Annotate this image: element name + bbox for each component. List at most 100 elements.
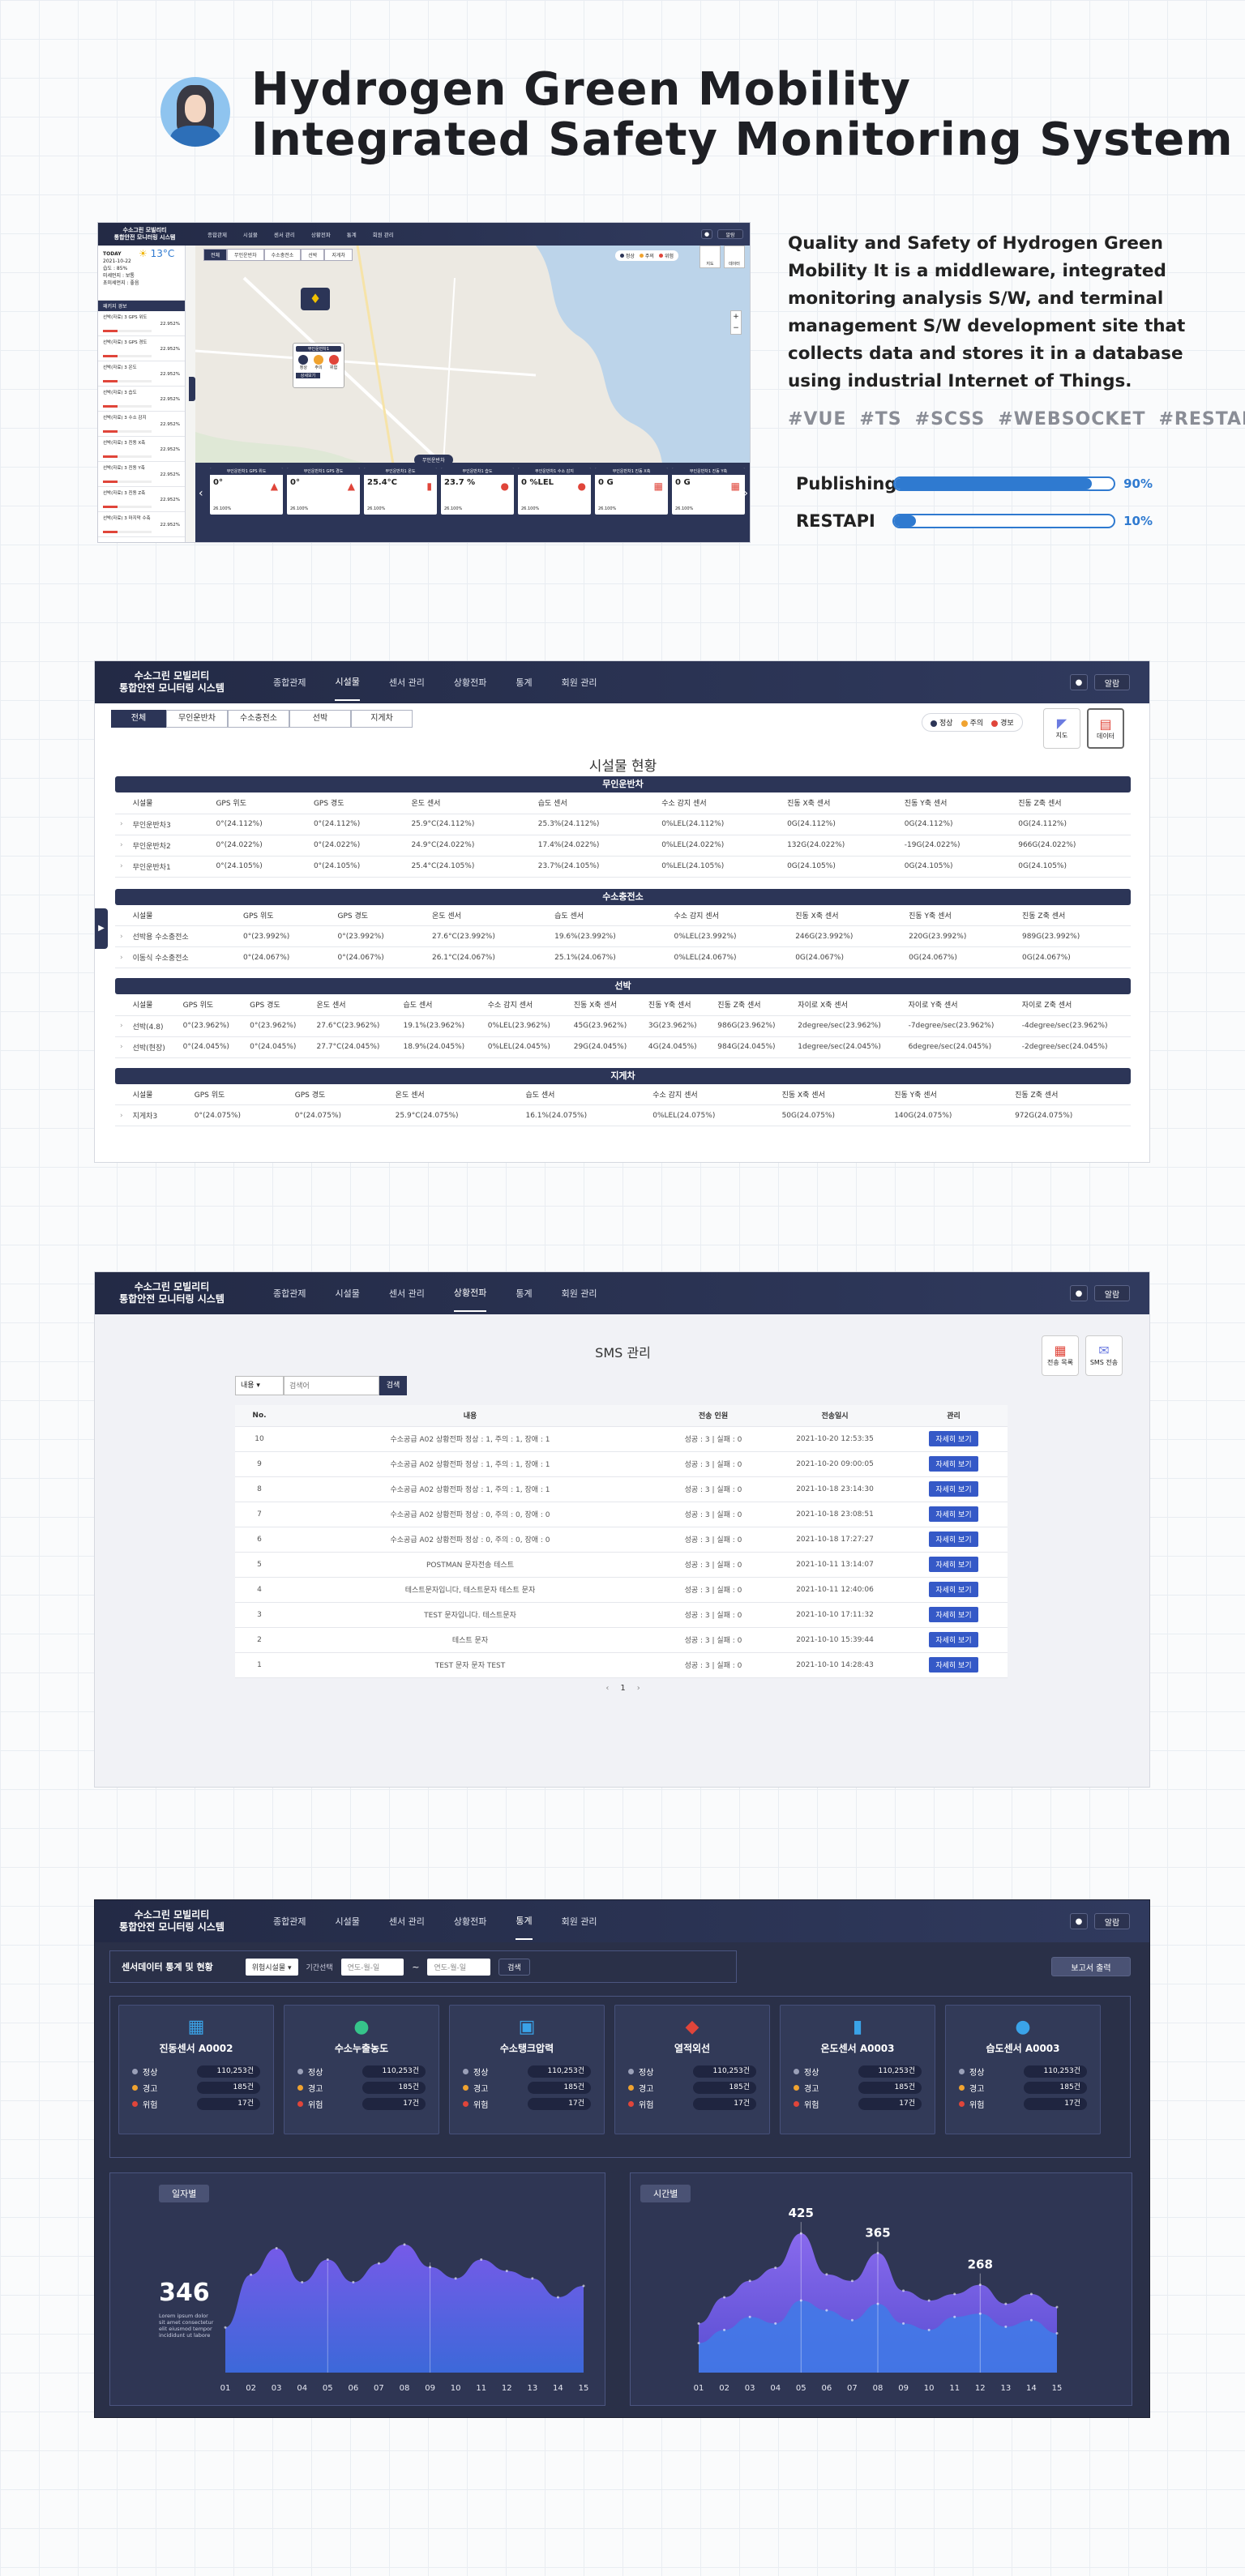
expand-handle[interactable]: ▶ [95,908,108,949]
detail-button[interactable]: 자세히 보기 [929,1657,978,1672]
sensor-card[interactable]: 무인운반차1 진동 X축 0 G ▦ 26.100% [595,468,668,515]
page-number[interactable]: 1 [620,1684,625,1693]
chevron-right-icon[interactable]: › [115,925,128,947]
alarm-button[interactable]: 알람 [1094,1913,1130,1929]
menu-item[interactable]: 상황전파 [453,1275,487,1312]
detail-button[interactable]: 자세히 보기 [929,1582,978,1597]
map-area[interactable]: 전체 무인운반차 수소충전소 선박 지게차 정상 주의 위험 지도 데이터 + − ♦ 무인운반… [195,246,750,542]
map-tab[interactable]: 전체 [203,249,228,261]
menu-item[interactable]: 종합관제 [273,1915,306,1928]
prev-arrow-icon[interactable]: ‹ [199,487,203,500]
sensor-card[interactable]: 무인운반차1 GPS 위도 0° ▲ 26.100% [210,468,283,515]
menu-item[interactable]: 통계 [516,1903,533,1940]
next-page-icon[interactable]: › [637,1684,640,1693]
app-brand[interactable]: 수소그린 모빌리티 통합안전 모니터링 시스템 [95,1909,249,1933]
sensor-stat-card[interactable]: ▦ 진동센서 A0002 정상 110,253건 경고 185건 위험 17건 [118,2005,274,2134]
popup-detail-link[interactable]: 상세보기 [296,373,320,378]
chevron-right-icon[interactable]: › [115,946,128,968]
sensor-card[interactable]: 무인운반차1 수소 감지 0 %LEL ● 26.100% [518,468,591,515]
menu-item[interactable]: 시설물 [335,1915,359,1928]
chevron-right-icon[interactable]: › [115,835,128,857]
chevron-right-icon[interactable]: › [115,1036,128,1058]
map-view-button[interactable]: ◤ 지도 [1043,708,1080,749]
map-tab[interactable]: 선박 [301,249,325,261]
table-row[interactable]: › 무인운반차3 0°(24.112%) 0°(24.112%) 25.9°C(24.1… [115,814,1131,835]
sensor-stat-card[interactable]: ● 습도센서 A0003 정상 110,253건 경고 185건 위험 17건 [945,2005,1101,2134]
alert-item[interactable]: 선박(자료) 3 진동 Y축 22.952% [98,462,185,487]
chevron-right-icon[interactable]: › [115,814,128,835]
table-row[interactable]: › 무인운반차1 0°(24.105%) 0°(24.105%) 25.4°C(24.1… [115,856,1131,878]
menu-item[interactable]: 센서 관리 [389,676,425,689]
map-view-button[interactable]: 지도 [700,246,721,268]
detail-button[interactable]: 자세히 보기 [929,1506,978,1522]
alert-item[interactable]: 선박(자료) 3 GPS 위도 22.952% [98,311,185,336]
menu-item[interactable]: 종합관제 [273,1287,306,1300]
menu-item[interactable]: 센서 관리 [389,1915,425,1928]
sensor-stat-card[interactable]: ● 수소누출농도 정상 110,253건 경고 185건 위험 17건 [284,2005,439,2134]
table-row[interactable]: › 이동식 수소충전소 0°(24.067%) 0°(24.067%) 26.1°C(2… [115,946,1131,968]
detail-button[interactable]: 자세히 보기 [929,1557,978,1572]
menu-item[interactable]: 회원 관리 [562,1915,597,1928]
search-button[interactable]: 검색 [498,1958,530,1976]
app-brand[interactable]: 수소그린 모빌리티 통합안전 모니터링 시스템 [98,227,191,241]
table-row[interactable]: › 무인운반차2 0°(24.022%) 0°(24.022%) 24.9°C(24.0… [115,835,1131,857]
alert-item[interactable]: 선박(자료) 3 GPS 경도 22.952% [98,336,185,361]
menu-item[interactable]: 시설물 [243,230,258,238]
menu-item[interactable]: 통계 [516,676,532,689]
chevron-right-icon[interactable]: › [115,856,128,878]
alert-item[interactable]: 선박(자료) 3 진동 Z축 22.952% [98,487,185,512]
table-row[interactable]: › 선박(4.8) 0°(23.962%) 0°(23.962%) 27.6°C(23.… [115,1015,1131,1037]
sensor-card[interactable]: 무인운반차1 습도 23.7 % ● 26.100% [441,468,514,515]
menu-item[interactable]: 상황전파 [454,676,486,689]
facility-tab[interactable]: 선박 [289,710,351,728]
sensor-card[interactable]: 무인운반차1 진동 Y축 0 G ▦ 26.100% [672,468,745,515]
search-button[interactable]: 검색 [379,1376,407,1395]
facility-select[interactable]: 위험시설물 ▾ [245,1958,298,1976]
vehicle-marker-icon[interactable]: ♦ [301,288,330,310]
menu-item[interactable]: 회원 관리 [373,230,394,238]
detail-button[interactable]: 자세히 보기 [929,1431,978,1446]
detail-button[interactable]: 자세히 보기 [929,1481,978,1497]
menu-item[interactable]: 종합관제 [273,676,306,689]
detail-button[interactable]: 자세히 보기 [929,1532,978,1547]
menu-item[interactable]: 종합관제 [208,230,227,238]
sensor-stat-card[interactable]: ▮ 온도센서 A0003 정상 110,253건 경고 185건 위험 17건 [780,2005,935,2134]
detail-button[interactable]: 자세히 보기 [929,1632,978,1647]
prev-page-icon[interactable]: ‹ [605,1684,609,1693]
menu-item[interactable]: 상황전파 [454,1915,486,1928]
map-tab[interactable]: 무인운반차 [227,249,264,261]
map-view-button[interactable]: 데이터 [724,246,745,268]
table-row[interactable]: › 선박(현장) 0°(24.045%) 0°(24.045%) 27.7°C(24.0… [115,1036,1131,1058]
user-icon[interactable]: ● [1070,1285,1088,1301]
menu-item[interactable]: 통계 [516,1287,532,1300]
alarm-button[interactable]: 알람 [1094,1285,1130,1301]
menu-item[interactable]: 시설물 [335,664,360,701]
app-brand[interactable]: 수소그린 모빌리티 통합안전 모니터링 시스템 [95,1281,249,1305]
search-select[interactable]: 내용 ▾ [235,1376,284,1395]
menu-item[interactable]: 통계 [347,230,357,238]
user-icon[interactable]: ● [1070,1913,1088,1929]
menu-item[interactable]: 센서 관리 [389,1287,425,1300]
menu-item[interactable]: 회원 관리 [562,1287,597,1300]
panel-toggle-handle[interactable] [189,377,195,401]
facility-tab[interactable]: 전체 [111,710,166,728]
chevron-right-icon[interactable]: › [115,1104,128,1126]
sensor-card[interactable]: 무인운반차1 GPS 경도 0° ▲ 26.100% [287,468,360,515]
facility-tab[interactable]: 무인운반차 [166,710,228,728]
app-brand[interactable]: 수소그린 모빌리티 통합안전 모니터링 시스템 [95,670,249,694]
sensor-stat-card[interactable]: ▣ 수소탱크압력 정상 110,253건 경고 185건 위험 17건 [449,2005,605,2134]
sensor-card[interactable]: 무인운반차1 온도 25.4°C ▮ 26.100% [364,468,437,515]
menu-item[interactable]: 시설물 [335,1287,359,1300]
user-icon[interactable]: ● [701,229,712,239]
alert-item[interactable]: 선박(자료) 3 습도 22.952% [98,387,185,412]
facility-tab[interactable]: 지게차 [351,710,413,728]
report-button[interactable]: 보고서 출력 [1051,1957,1131,1976]
sms-send-button[interactable]: ✉ SMS 전송 [1085,1335,1123,1376]
table-row[interactable]: › 지게차3 0°(24.075%) 0°(24.075%) 25.9°C(24.075… [115,1104,1131,1126]
alert-item[interactable]: 선박(자료) 3 수소 감지 22.952% [98,412,185,437]
alert-item[interactable]: 선박(자료) 3 온도 22.952% [98,361,185,387]
alert-item[interactable]: 선박(자료) 3 진동 X축 22.952% [98,437,185,462]
detail-button[interactable]: 자세히 보기 [929,1607,978,1622]
start-date-input[interactable]: 연도-월-일 [340,1958,404,1976]
detail-button[interactable]: 자세히 보기 [929,1456,978,1472]
